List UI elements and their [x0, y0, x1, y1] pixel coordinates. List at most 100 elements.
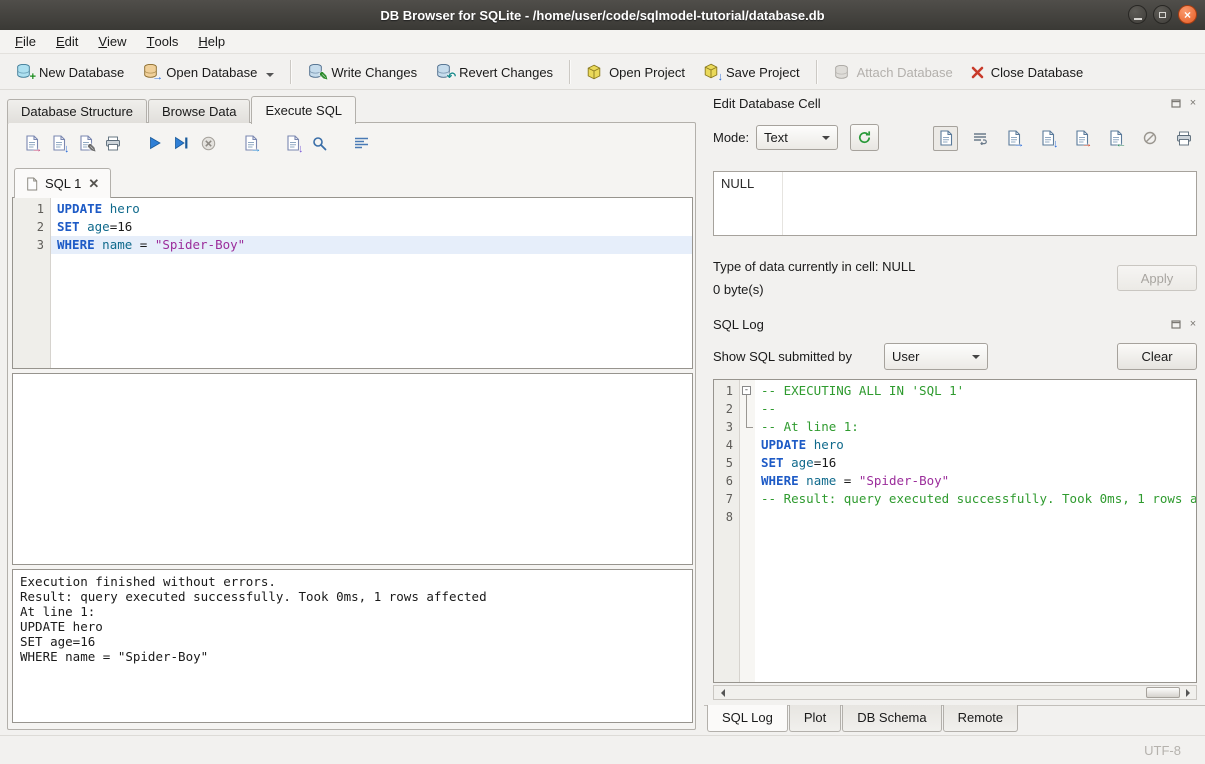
open-file-doc-icon[interactable]: →	[1001, 126, 1026, 151]
menu-help[interactable]: Help	[188, 30, 235, 53]
menu-bar: FileEditViewToolsHelp	[0, 30, 1205, 54]
sql-tab[interactable]: SQL 1 ✕	[14, 168, 111, 198]
sql-log-header: SQL Log ×	[713, 315, 1200, 333]
main-tab-bar: Database StructureBrowse DataExecute SQL	[7, 95, 357, 123]
right-pane: Edit Database Cell × Mode: Text → ↓ → ← NUL…	[704, 91, 1205, 735]
log-filter-select[interactable]: User	[884, 343, 988, 370]
fold-marker	[740, 508, 755, 526]
clear-log-button[interactable]: Clear	[1117, 343, 1197, 370]
code-line[interactable]: WHERE name = "Spider-Boy"	[51, 236, 692, 254]
sql-tab-label: SQL 1	[45, 176, 81, 191]
log-horizontal-scrollbar[interactable]	[713, 685, 1197, 700]
menu-edit[interactable]: Edit	[46, 30, 88, 53]
toolbar-group-gap	[222, 143, 237, 144]
toolbar-button-label: Write Changes	[331, 65, 417, 80]
tab-plot[interactable]: Plot	[789, 705, 841, 732]
export-results-icon[interactable]: →	[237, 131, 264, 156]
minimize-button[interactable]	[1128, 5, 1147, 24]
scroll-right-icon[interactable]	[1181, 686, 1196, 699]
title-bar[interactable]: DB Browser for SQLite - /home/user/code/…	[0, 0, 1205, 30]
code-line[interactable]: SET age=16	[51, 218, 692, 236]
save-results-icon[interactable]: ↓	[279, 131, 306, 156]
line-number: 6	[714, 472, 739, 490]
close-tab-icon[interactable]: ✕	[88, 177, 99, 190]
tab-remote[interactable]: Remote	[943, 705, 1019, 732]
tab-db-schema[interactable]: DB Schema	[842, 705, 941, 732]
scrollbar-track[interactable]	[729, 686, 1181, 699]
output-line: WHERE name = "Spider-Boy"	[20, 649, 685, 664]
menu-file[interactable]: File	[5, 30, 46, 53]
tab-browse-data[interactable]: Browse Data	[148, 99, 250, 123]
token: hero	[110, 201, 140, 216]
scroll-left-icon[interactable]	[714, 686, 729, 699]
tab-sql-log[interactable]: SQL Log	[707, 705, 788, 732]
write-changes-button[interactable]: ✎Write Changes	[298, 58, 426, 87]
log-line: -- EXECUTING ALL IN 'SQL 1'	[755, 382, 1196, 400]
close-panel-icon[interactable]: ×	[1186, 318, 1200, 331]
execute-current-line-icon[interactable]	[168, 131, 195, 156]
word-wrap-icon[interactable]	[967, 126, 992, 151]
output-line: At line 1:	[20, 604, 685, 619]
auto-switch-mode-button[interactable]	[850, 124, 879, 151]
print-cell-icon[interactable]	[1171, 126, 1196, 151]
format-sql-icon[interactable]	[348, 131, 375, 156]
print-icon[interactable]	[99, 131, 126, 156]
scrollbar-thumb[interactable]	[1146, 687, 1180, 698]
open-database-button[interactable]: →Open Database	[133, 58, 283, 87]
export-cell-icon[interactable]: ←	[1103, 126, 1128, 151]
save-sql-as-icon[interactable]: ✎	[72, 131, 99, 156]
float-panel-icon[interactable]	[1169, 97, 1183, 110]
stop-icon[interactable]	[195, 131, 222, 156]
close-database-icon	[971, 66, 984, 79]
code-line[interactable]: UPDATE hero	[51, 200, 692, 218]
line-number: 3	[13, 236, 50, 254]
close-button[interactable]: ×	[1178, 5, 1197, 24]
token	[784, 455, 792, 470]
edit-cell-header: Edit Database Cell ×	[713, 94, 1200, 112]
float-panel-icon[interactable]	[1169, 318, 1183, 331]
mode-select[interactable]: Text	[756, 125, 838, 150]
toolbar-button-label: New Database	[39, 65, 124, 80]
sql-log-view[interactable]: 12345678 - -- EXECUTING ALL IN 'SQL 1'--…	[713, 379, 1197, 683]
menu-tools[interactable]: Tools	[137, 30, 189, 53]
line-number: 2	[714, 400, 739, 418]
left-pane: Database StructureBrowse DataExecute SQL…	[0, 91, 704, 735]
menu-view[interactable]: View	[88, 30, 136, 53]
fold-marker[interactable]: -	[740, 382, 755, 400]
tab-execute-sql[interactable]: Execute SQL	[251, 96, 356, 124]
close-panel-icon[interactable]: ×	[1186, 97, 1200, 110]
maximize-button[interactable]	[1153, 5, 1172, 24]
token: =	[132, 237, 155, 252]
token: name	[102, 237, 132, 252]
sql-editor[interactable]: 123 UPDATE heroSET age=16WHERE name = "S…	[12, 197, 693, 369]
app-window: DB Browser for SQLite - /home/user/code/…	[0, 0, 1205, 764]
toolbar-group-gap	[264, 143, 279, 144]
fold-marker	[740, 490, 755, 508]
sql-editor-text[interactable]: UPDATE heroSET age=16WHERE name = "Spide…	[51, 198, 692, 368]
revert-changes-button[interactable]: ↶Revert Changes	[426, 58, 562, 87]
open-project-button[interactable]: Open Project	[577, 59, 694, 85]
encoding-indicator: UTF-8	[1144, 743, 1181, 758]
sql-toolbar: →↓✎→↓	[18, 130, 375, 156]
execute-all-icon[interactable]	[141, 131, 168, 156]
new-database-button[interactable]: +New Database	[6, 58, 133, 87]
find-replace-icon[interactable]	[306, 131, 333, 156]
cell-editor[interactable]: NULL	[713, 171, 1197, 236]
text-mode-icon[interactable]	[933, 126, 958, 151]
line-number: 2	[13, 218, 50, 236]
save-file-doc-icon[interactable]: ↓	[1035, 126, 1060, 151]
close-database-button[interactable]: Close Database	[962, 60, 1093, 85]
log-line: --	[755, 400, 1196, 418]
import-cell-icon[interactable]: →	[1069, 126, 1094, 151]
token: SET	[57, 219, 80, 234]
mode-label: Mode:	[713, 130, 749, 145]
attach-database-icon	[833, 64, 850, 80]
dropdown-arrow-icon[interactable]	[266, 73, 274, 81]
output-line: Result: query executed successfully. Too…	[20, 589, 685, 604]
open-sql-file-icon[interactable]: →	[18, 131, 45, 156]
save-project-button[interactable]: ↓Save Project	[694, 58, 809, 87]
set-null-icon[interactable]	[1137, 126, 1162, 151]
results-grid[interactable]	[12, 373, 693, 565]
save-sql-file-icon[interactable]: ↓	[45, 131, 72, 156]
tab-database-structure[interactable]: Database Structure	[7, 99, 147, 123]
